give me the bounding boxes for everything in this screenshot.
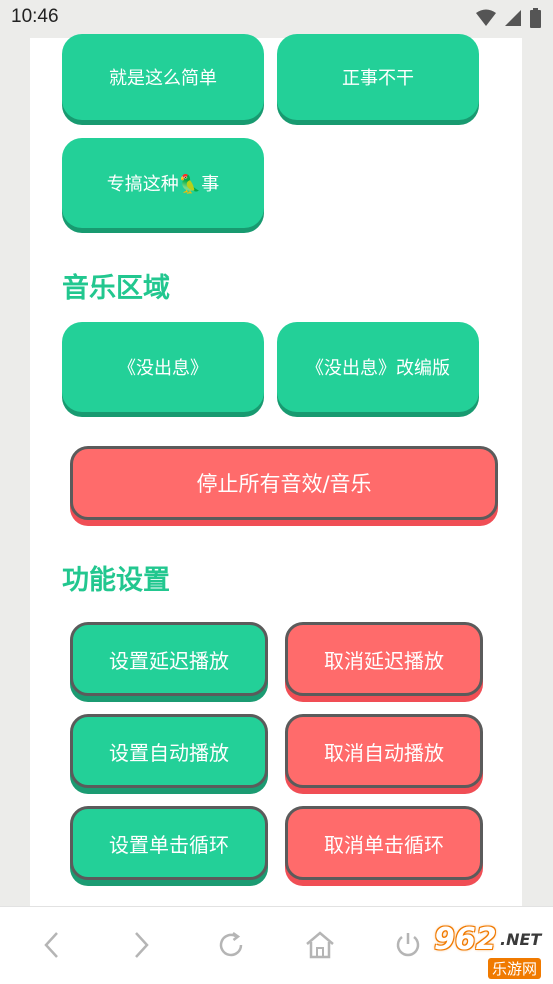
set-delay-button[interactable]: 设置延迟播放 <box>70 622 268 696</box>
settings-section-title: 功能设置 <box>62 565 170 596</box>
site-watermark: 962 .NET 乐游网 <box>416 920 548 980</box>
status-icons <box>476 8 541 32</box>
wifi-icon <box>476 9 496 31</box>
page-content: 就是这么简单 正事不干 专搞这种🦜事 音乐区域 《没出息》 《没出息》改编版 停… <box>30 34 522 906</box>
set-loop-button[interactable]: 设置单击循环 <box>70 806 268 880</box>
back-icon[interactable] <box>32 925 72 965</box>
cancel-loop-button[interactable]: 取消单击循环 <box>285 806 483 880</box>
watermark-label: 乐游网 <box>488 958 542 979</box>
refresh-icon[interactable] <box>211 925 251 965</box>
music-section-title: 音乐区域 <box>62 273 170 304</box>
forward-icon[interactable] <box>121 925 161 965</box>
battery-icon <box>530 8 541 32</box>
status-time: 10:46 <box>11 6 59 27</box>
watermark-number: 962 <box>434 922 497 957</box>
music-button-remix[interactable]: 《没出息》改编版 <box>277 322 479 412</box>
music-button-original[interactable]: 《没出息》 <box>62 322 264 412</box>
home-icon[interactable] <box>300 925 340 965</box>
set-auto-button[interactable]: 设置自动播放 <box>70 714 268 788</box>
cancel-delay-button[interactable]: 取消延迟播放 <box>285 622 483 696</box>
sound-button-parrot[interactable]: 专搞这种🦜事 <box>62 138 264 228</box>
status-bar: 10:46 <box>0 0 553 38</box>
sound-button-simple[interactable]: 就是这么简单 <box>62 34 264 120</box>
watermark-suffix: .NET <box>500 930 542 949</box>
signal-icon <box>504 9 522 31</box>
sound-button-no-work[interactable]: 正事不干 <box>277 34 479 120</box>
stop-all-button[interactable]: 停止所有音效/音乐 <box>70 446 498 520</box>
cancel-auto-button[interactable]: 取消自动播放 <box>285 714 483 788</box>
